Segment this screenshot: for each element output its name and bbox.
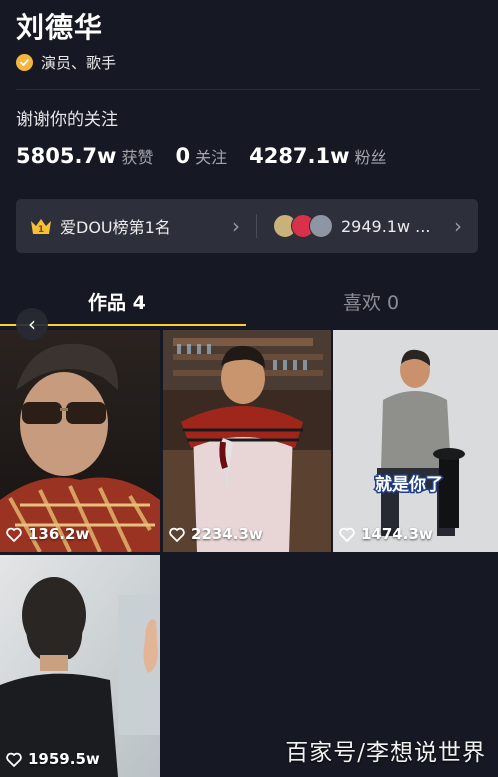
stat-following-label: 关注	[195, 148, 228, 167]
fan-avatars	[273, 214, 333, 238]
divider	[16, 89, 480, 90]
dou-rank-entry[interactable]: 1 爱DOU榜第1名 ›	[16, 199, 256, 253]
content-tabs: 作品 4 喜欢 0	[0, 280, 498, 326]
fan-group-entry[interactable]: 2949.1w ... ›	[257, 199, 478, 253]
like-count: 2234.3w	[169, 525, 263, 543]
stat-likes[interactable]: 5805.7w 获赞	[16, 144, 153, 168]
profile-bio: 谢谢你的关注	[16, 110, 118, 130]
stat-followers-label: 粉丝	[354, 148, 387, 167]
profile-name: 刘德华	[16, 11, 104, 44]
stat-likes-label: 获赞	[121, 148, 154, 167]
video-caption: 就是你了	[375, 474, 443, 495]
video-tile[interactable]: 2234.3w	[163, 330, 331, 552]
like-count-value: 1959.5w	[28, 750, 100, 768]
like-count-value: 2234.3w	[191, 525, 263, 543]
heart-icon	[6, 752, 22, 767]
verified-row: 演员、歌手	[16, 52, 116, 73]
video-tile[interactable]: 1959.5w	[0, 555, 160, 777]
stats-row: 5805.7w 获赞 0 关注 4287.1w 粉丝	[16, 144, 387, 168]
verified-label: 演员、歌手	[41, 54, 117, 72]
stat-followers[interactable]: 4287.1w 粉丝	[249, 144, 386, 168]
stat-following-value: 0	[175, 144, 191, 168]
info-banner: 1 爱DOU榜第1名 › 2949.1w ... ›	[16, 199, 478, 253]
back-button[interactable]: ‹	[16, 308, 48, 340]
stat-likes-value: 5805.7w	[16, 144, 117, 168]
avatar	[309, 214, 333, 238]
chevron-right-icon: ›	[454, 214, 462, 238]
heart-icon	[169, 527, 185, 542]
stat-following[interactable]: 0 关注	[175, 144, 227, 168]
video-thumbnail: 就是你了	[333, 330, 498, 552]
verified-check-icon	[16, 54, 33, 71]
chevron-right-icon: ›	[232, 214, 240, 238]
video-tile[interactable]: 就是你了 1474.3w	[333, 330, 498, 552]
stat-followers-value: 4287.1w	[249, 144, 350, 168]
chevron-left-icon: ‹	[28, 312, 36, 336]
like-count-value: 136.2w	[28, 525, 90, 543]
like-count: 1959.5w	[6, 750, 100, 768]
watermark: 百家号/李想说世界	[285, 740, 486, 766]
video-thumbnail	[0, 555, 160, 777]
video-thumbnail	[163, 330, 331, 552]
fan-count-text: 2949.1w ...	[341, 216, 431, 236]
video-tile[interactable]: 136.2w	[0, 330, 160, 552]
like-count-value: 1474.3w	[361, 525, 433, 543]
crown-icon: 1	[31, 219, 51, 235]
like-count: 136.2w	[6, 525, 89, 543]
rank-badge-number: 1	[38, 225, 44, 235]
like-count: 1474.3w	[339, 525, 433, 543]
heart-icon	[339, 527, 355, 542]
tab-works[interactable]: 作品 4	[88, 288, 146, 315]
rank-text: 爱DOU榜第1名	[60, 218, 171, 237]
tab-likes[interactable]: 喜欢 0	[343, 288, 399, 315]
heart-icon	[6, 527, 22, 542]
video-thumbnail	[0, 330, 160, 552]
